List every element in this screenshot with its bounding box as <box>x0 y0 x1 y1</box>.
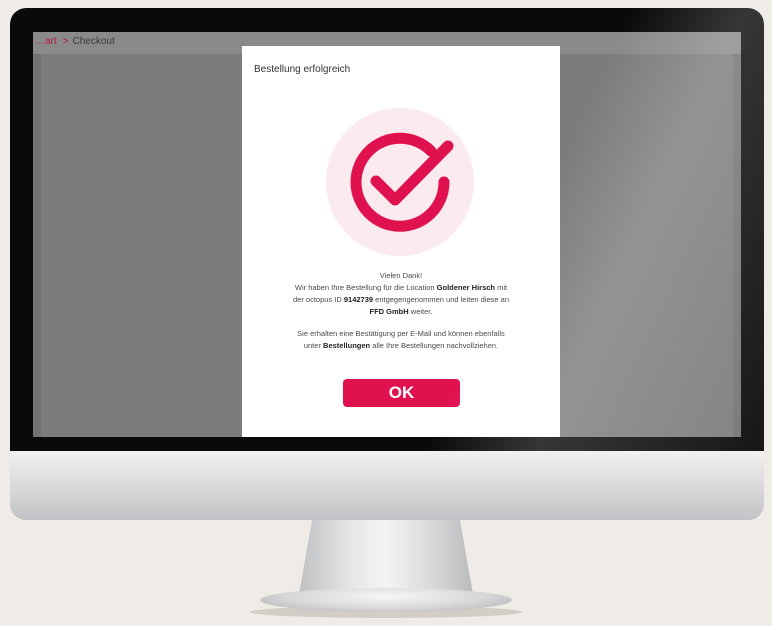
thanks-text: Vielen Dank! <box>379 271 423 280</box>
text-segment: alle Ihre Bestellungen nachvollziehen. <box>372 341 499 350</box>
text-segment: mit <box>497 283 508 292</box>
octopus-id: 9142739 <box>343 295 374 304</box>
text-segment: Sie erhalten eine Bestätigung per E-Mail… <box>297 329 505 338</box>
order-success-dialog: Bestellung erfolgreich Vielen Dank! Wir … <box>242 46 560 437</box>
text-segment: unter <box>303 341 321 350</box>
text-segment: entgegengenommen und leiten diese an <box>375 295 510 304</box>
breadcrumb-separator-icon: > <box>62 36 69 47</box>
dialog-title: Bestellung erfolgreich <box>254 64 351 75</box>
company-name: FFD GmbH <box>369 307 409 316</box>
breadcrumb-parent-link[interactable]: …art <box>35 36 57 47</box>
breadcrumb-current: Checkout <box>72 36 115 47</box>
text-segment: Wir haben Ihre Bestellung für die Locati… <box>294 283 435 292</box>
screen: …art > Checkout Bestellung erfolgreich Vie… <box>33 32 741 437</box>
email-info-text: Sie erhalten eine Bestätigung per E-Mail… <box>256 328 546 352</box>
monitor-stand-base <box>260 588 512 612</box>
order-confirmation-text: Wir haben Ihre Bestellung für die Locati… <box>256 282 546 318</box>
monitor-chin <box>10 451 764 520</box>
text-segment: der octopus ID <box>292 295 342 304</box>
dialog-message: Vielen Dank! Wir haben Ihre Bestellung f… <box>256 270 546 352</box>
text-segment: weiter. <box>410 307 433 316</box>
breadcrumb: …art > Checkout <box>35 36 115 47</box>
monitor: …art > Checkout Bestellung erfolgreich Vie… <box>10 8 764 520</box>
monitor-bezel: …art > Checkout Bestellung erfolgreich Vie… <box>10 8 764 451</box>
orders-link[interactable]: Bestellungen <box>323 341 370 350</box>
location-name: Goldener Hirsch <box>436 283 496 292</box>
ok-button[interactable]: OK <box>343 379 460 407</box>
check-circle-icon <box>326 108 474 256</box>
